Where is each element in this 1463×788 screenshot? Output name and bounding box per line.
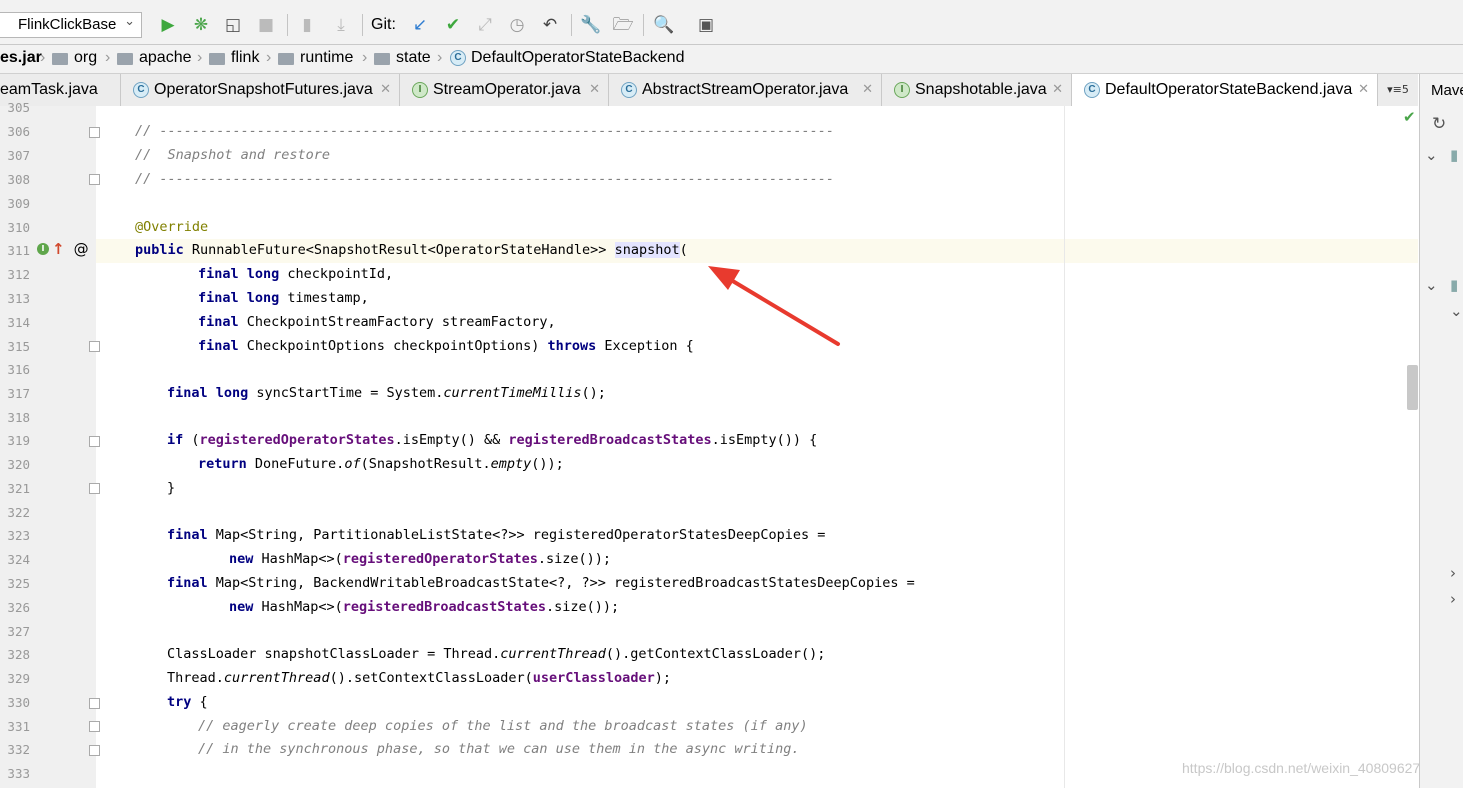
arrow-head [708,266,740,290]
red-arrow-annotation [708,266,840,346]
watermark: https://blog.csdn.net/weixin_40809627 [1182,760,1421,776]
arrow-shaft [724,275,840,346]
